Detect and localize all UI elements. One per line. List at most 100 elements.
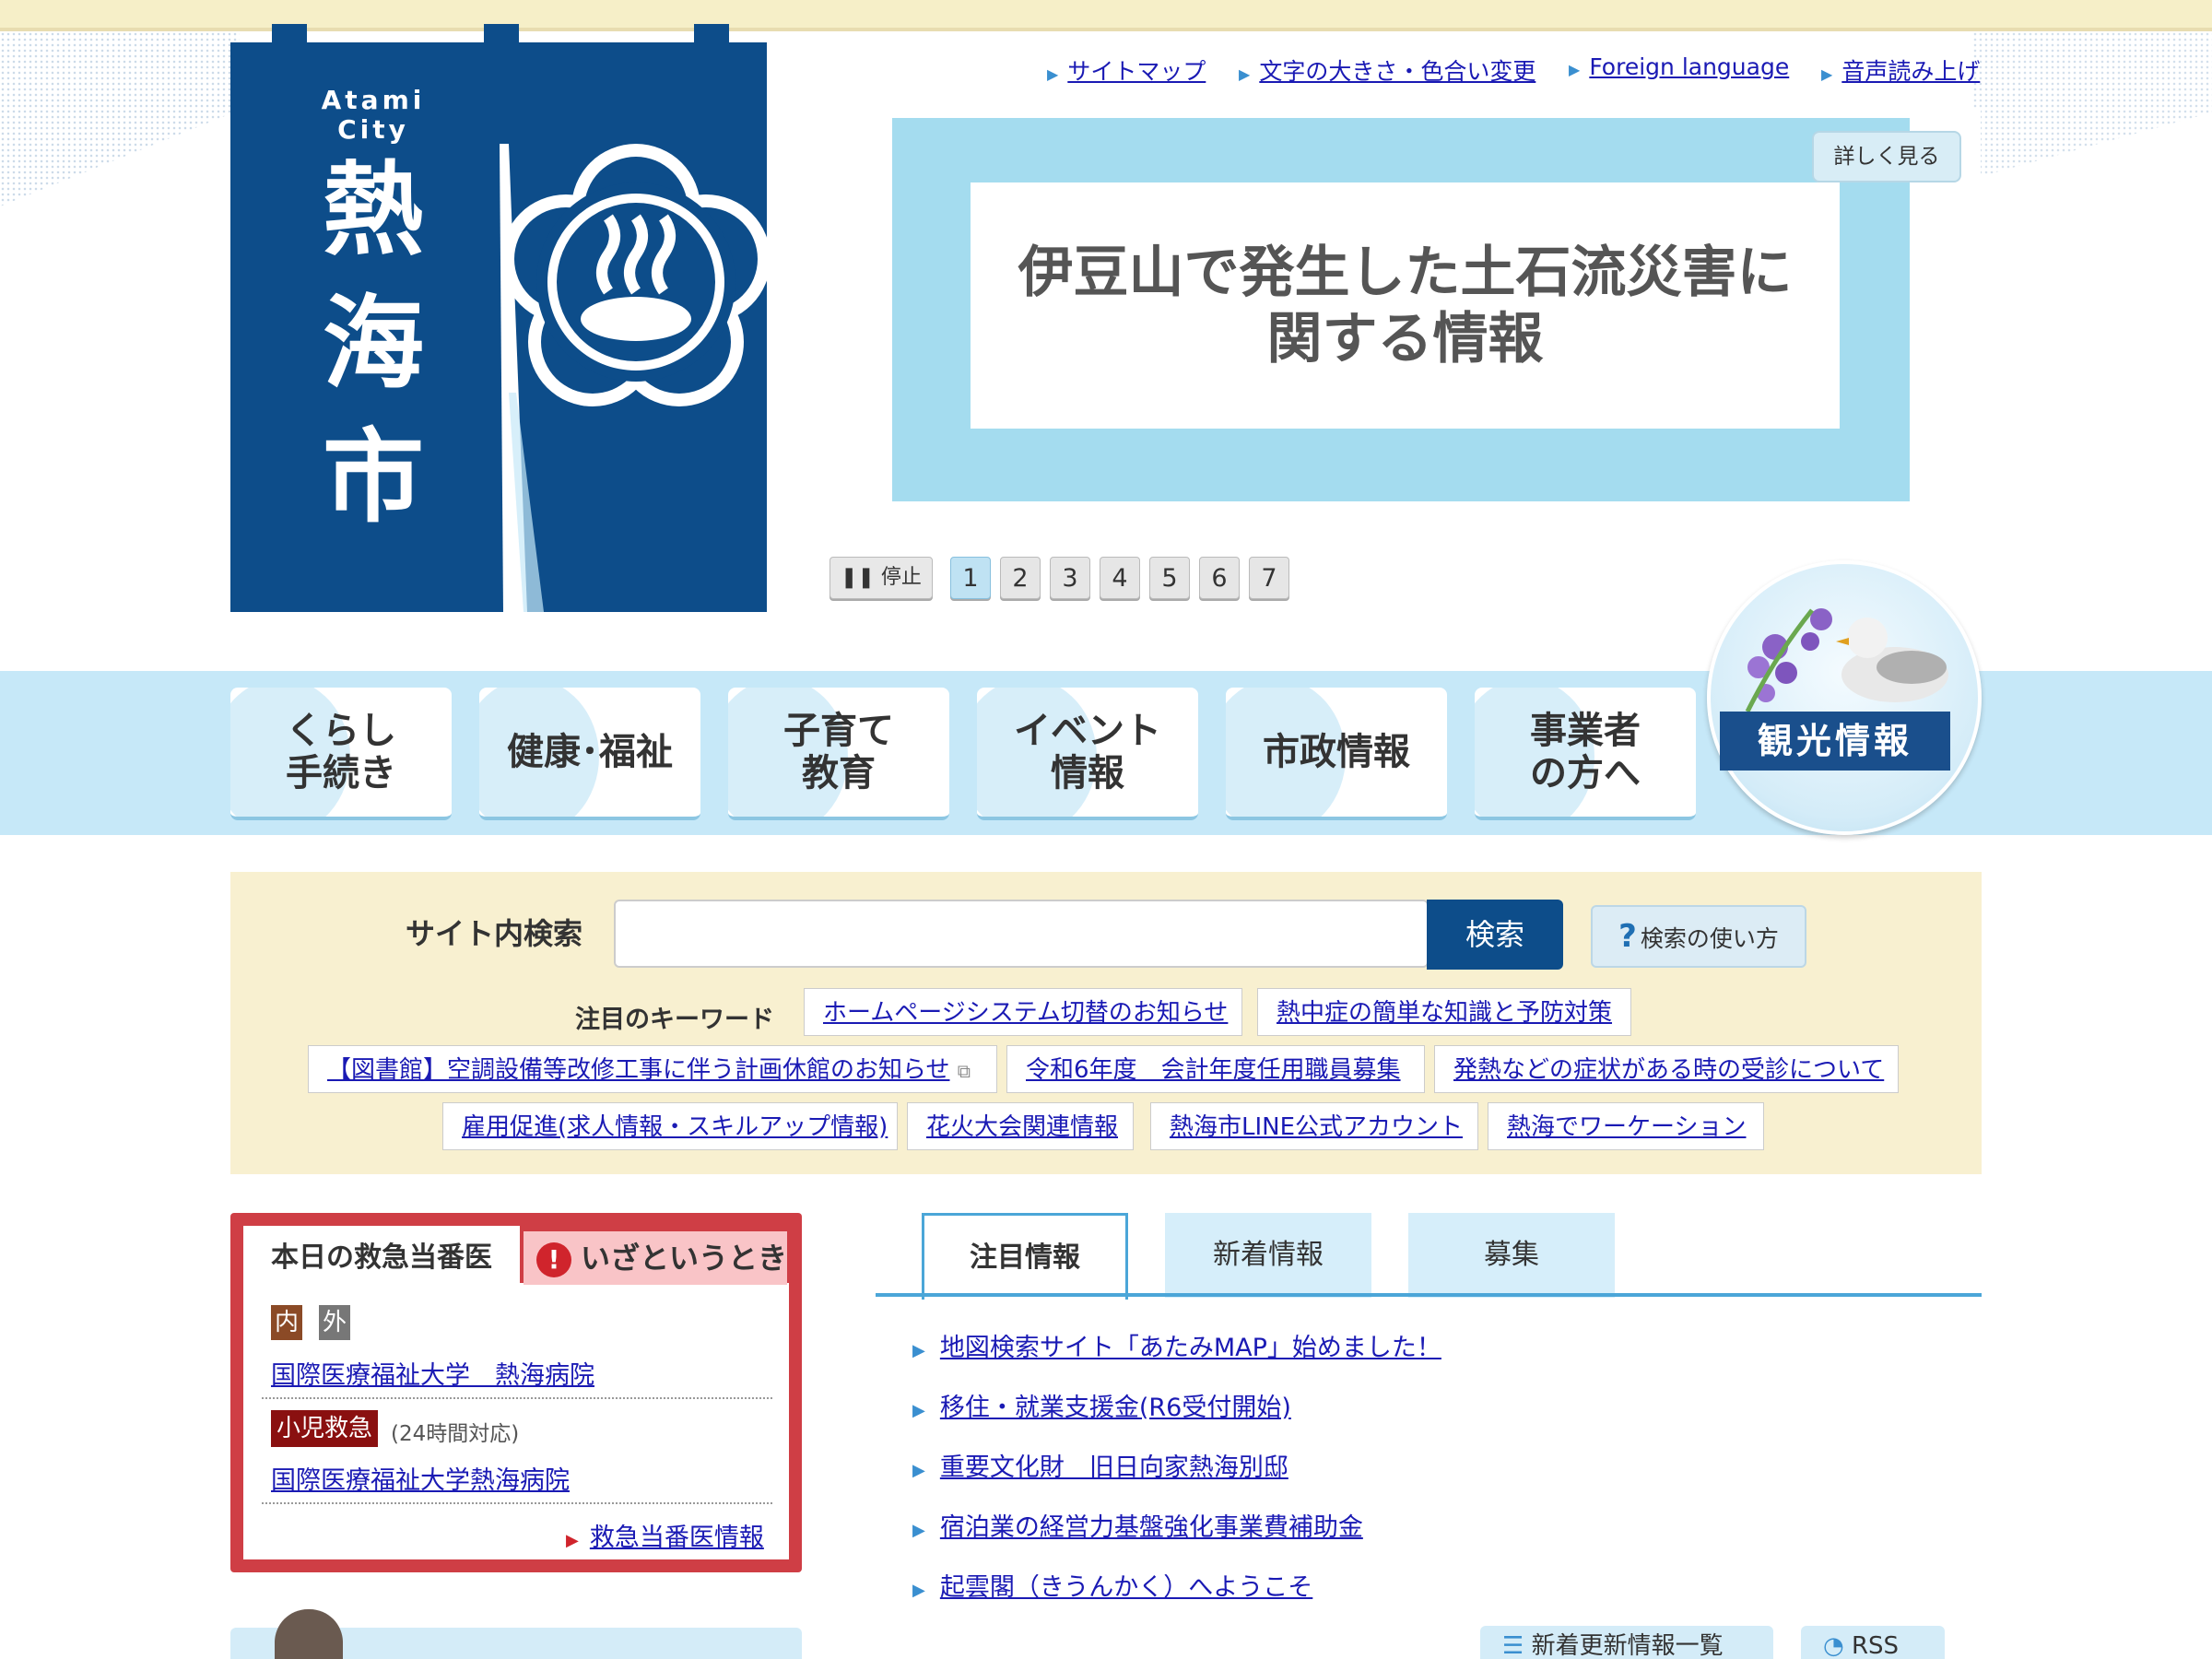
tab-recruit[interactable]: 募集 [1408, 1213, 1615, 1298]
nav-label: 事業者 の方へ [1530, 710, 1641, 794]
seagull-flowers-illustration [1745, 608, 1948, 713]
util-link-label[interactable]: Foreign language [1589, 53, 1789, 80]
rss-icon: ◔ [1823, 1632, 1844, 1659]
slider-page-2[interactable]: 2 [1000, 557, 1041, 599]
nav-shisei[interactable]: 市政情報 [1226, 688, 1447, 820]
nav-jigyosha[interactable]: 事業者 の方へ [1475, 688, 1696, 820]
slider-page-4[interactable]: 4 [1100, 557, 1140, 599]
keyword-link[interactable]: 令和6年度 会計年度任用職員募集 [1006, 1045, 1425, 1093]
keyword-link[interactable]: 【図書館】空調設備等改修工事に伴う計画休館のお知らせ [327, 1056, 949, 1084]
util-link-foreign[interactable]: ▶ Foreign language [1569, 53, 1789, 80]
news-item[interactable]: ▶ 重要文化財 旧日向家熱海別邸 [912, 1447, 1288, 1483]
news-link[interactable]: 地図検索サイト「あたみMAP」始めました！ [940, 1334, 1441, 1362]
tab-underline [876, 1293, 1982, 1297]
util-link-font-color[interactable]: ▶ 文字の大きさ・色合い変更 [1239, 53, 1535, 87]
tag-external: 外 [319, 1305, 350, 1340]
divider [262, 1502, 772, 1504]
logo-kanji-2: 海 [323, 284, 424, 403]
slider-page-3[interactable]: 3 [1050, 557, 1090, 599]
keyword-link[interactable]: 熱海市LINE公式アカウント [1150, 1102, 1478, 1150]
nav-tourism[interactable] [1707, 560, 1982, 835]
rss-label: RSS [1851, 1632, 1900, 1659]
slider-page-5[interactable]: 5 [1149, 557, 1190, 599]
util-link-label[interactable]: 文字の大きさ・色合い変更 [1259, 58, 1535, 85]
divider [262, 1397, 772, 1399]
keyword-link[interactable]: 雇用促進(求人情報・スキルアップ情報) [442, 1102, 898, 1150]
all-updates-button[interactable]: ☰ 新着更新情報一覧 [1480, 1626, 1773, 1659]
stop-label: 停止 [880, 566, 922, 589]
arrow-icon: ▶ [1569, 61, 1581, 78]
tab-urgent[interactable]: ! いざというとき [524, 1231, 787, 1285]
search-button[interactable]: 検索 [1427, 900, 1563, 970]
nav-kosodate[interactable]: 子育て 教育 [728, 688, 949, 820]
news-item[interactable]: ▶ 地図検索サイト「あたみMAP」始めました！ [912, 1327, 1441, 1363]
news-item[interactable]: ▶ 宿泊業の経営力基盤強化事業費補助金 [912, 1507, 1363, 1543]
slider-page-7[interactable]: 7 [1249, 557, 1289, 599]
news-item[interactable]: ▶ 起雲閣（きうんかく）へようこそ [912, 1567, 1312, 1603]
arrow-icon: ▶ [912, 1341, 925, 1360]
arrow-icon: ▶ [912, 1461, 925, 1480]
search-help-button[interactable]: ? 検索の使い方 [1591, 905, 1806, 968]
news-link[interactable]: 起雲閣（きうんかく）へようこそ [940, 1573, 1312, 1602]
nav-kenko[interactable]: 健康･福祉 [479, 688, 700, 820]
keyword-link[interactable]: 熱中症の簡単な知識と予防対策 [1257, 988, 1631, 1036]
nav-label: 健康･福祉 [507, 731, 673, 773]
arrow-icon: ▶ [1239, 65, 1251, 83]
news-link[interactable]: 移住・就業支援金(R6受付開始) [940, 1394, 1291, 1422]
search-label: サイト内検索 [406, 916, 583, 951]
tab-new[interactable]: 新着情報 [1165, 1213, 1371, 1298]
header-dots-right [1972, 31, 2212, 179]
search-input[interactable] [614, 900, 1429, 968]
tab-emergency-doctor[interactable]: 本日の救急当番医 [243, 1226, 520, 1287]
arrow-icon: ▶ [912, 1521, 925, 1540]
pause-icon: ❚❚ [841, 566, 875, 589]
city-logo[interactable]: Atami City 熱 海 市 [230, 24, 767, 612]
util-link-voice[interactable]: ▶ 音声読み上げ [1821, 53, 1980, 87]
nav-event[interactable]: イベント 情報 [977, 688, 1198, 820]
tab-urgent-label: いざというとき [581, 1241, 788, 1276]
hospital-link-1[interactable]: 国際医療福祉大学 熱海病院 [271, 1355, 594, 1391]
slider-page-1[interactable]: 1 [950, 557, 991, 599]
list-icon: ☰ [1502, 1632, 1524, 1659]
news-link[interactable]: 宿泊業の経営力基盤強化事業費補助金 [940, 1513, 1363, 1542]
keyword-link[interactable]: ホームページシステム切替のお知らせ [804, 988, 1242, 1036]
news-item[interactable]: ▶ 移住・就業支援金(R6受付開始) [912, 1387, 1291, 1423]
exclamation-icon: ! [536, 1242, 571, 1277]
logo-kanji-1: 熱 [323, 150, 424, 269]
arrow-icon: ▶ [912, 1581, 925, 1600]
emergency-more-link[interactable]: ▶ 救急当番医情報 [566, 1517, 764, 1553]
keyword-link[interactable]: 花火大会関連情報 [907, 1102, 1134, 1150]
tab-featured[interactable]: 注目情報 [922, 1213, 1128, 1300]
slider-page-6[interactable]: 6 [1199, 557, 1240, 599]
arrow-icon: ▶ [566, 1531, 579, 1550]
keyword-link[interactable]: 熱海でワーケーション [1488, 1102, 1764, 1150]
slide-headline[interactable]: 伊豆山で発生した土石流災害に 関する情報 [971, 182, 1840, 429]
util-link-sitemap[interactable]: ▶ サイトマップ [1047, 53, 1206, 87]
nav-label: 子育て 教育 [783, 710, 894, 794]
header-dots-left [0, 31, 240, 206]
mayor-avatar [275, 1609, 343, 1659]
slide-headline-line2: 関する情報 [1266, 306, 1544, 371]
tourism-label[interactable]: 観光情報 [1720, 712, 1950, 771]
nav-kurashi[interactable]: くらし 手続き [230, 688, 452, 820]
tag-internal: 内 [271, 1305, 302, 1340]
keyword-link-external[interactable]: 【図書館】空調設備等改修工事に伴う計画休館のお知らせ ⧉ [308, 1045, 997, 1093]
rss-button[interactable]: ◔ RSS [1801, 1626, 1945, 1659]
util-link-label[interactable]: サイトマップ [1067, 58, 1206, 85]
logo-kanji-3: 市 [323, 418, 424, 536]
emergency-more-label[interactable]: 救急当番医情報 [590, 1524, 764, 1552]
logo-latin-2: City [337, 114, 409, 145]
keyword-label: 注目のキーワード [575, 1006, 774, 1034]
logo-latin-1: Atami [322, 85, 426, 115]
pediatric-tag: 小児救急 [271, 1410, 379, 1447]
news-link[interactable]: 重要文化財 旧日向家熱海別邸 [940, 1453, 1288, 1482]
external-link-icon: ⧉ [957, 1060, 971, 1082]
slider-stop-button[interactable]: ❚❚ 停止 [830, 557, 933, 599]
hospital-link-2[interactable]: 国際医療福祉大学熱海病院 [271, 1460, 570, 1496]
keyword-link[interactable]: 発熱などの症状がある時の受診について [1434, 1045, 1899, 1093]
all-updates-label: 新着更新情報一覧 [1531, 1632, 1724, 1659]
arrow-icon: ▶ [912, 1401, 925, 1420]
search-help-label: 検索の使い方 [1640, 925, 1779, 952]
detail-button[interactable]: 詳しく見る [1812, 131, 1961, 182]
util-link-label[interactable]: 音声読み上げ [1841, 58, 1980, 85]
